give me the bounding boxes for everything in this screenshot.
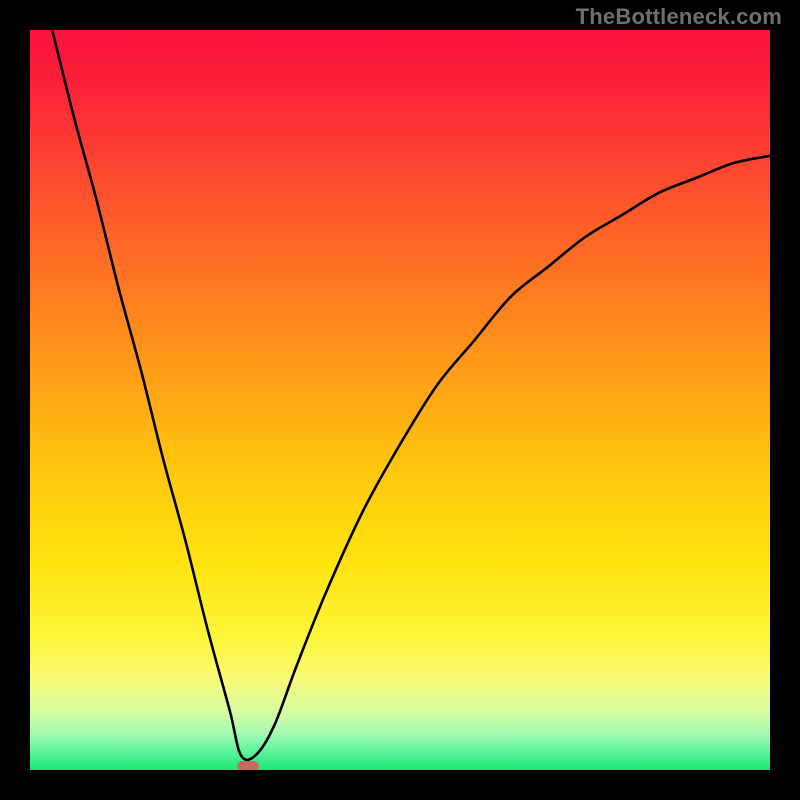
bottleneck-curve — [30, 30, 770, 770]
watermark-text: TheBottleneck.com — [576, 4, 782, 30]
minimum-marker — [237, 761, 259, 770]
curve-path — [52, 30, 770, 760]
chart-frame: TheBottleneck.com — [0, 0, 800, 800]
plot-area — [30, 30, 770, 770]
